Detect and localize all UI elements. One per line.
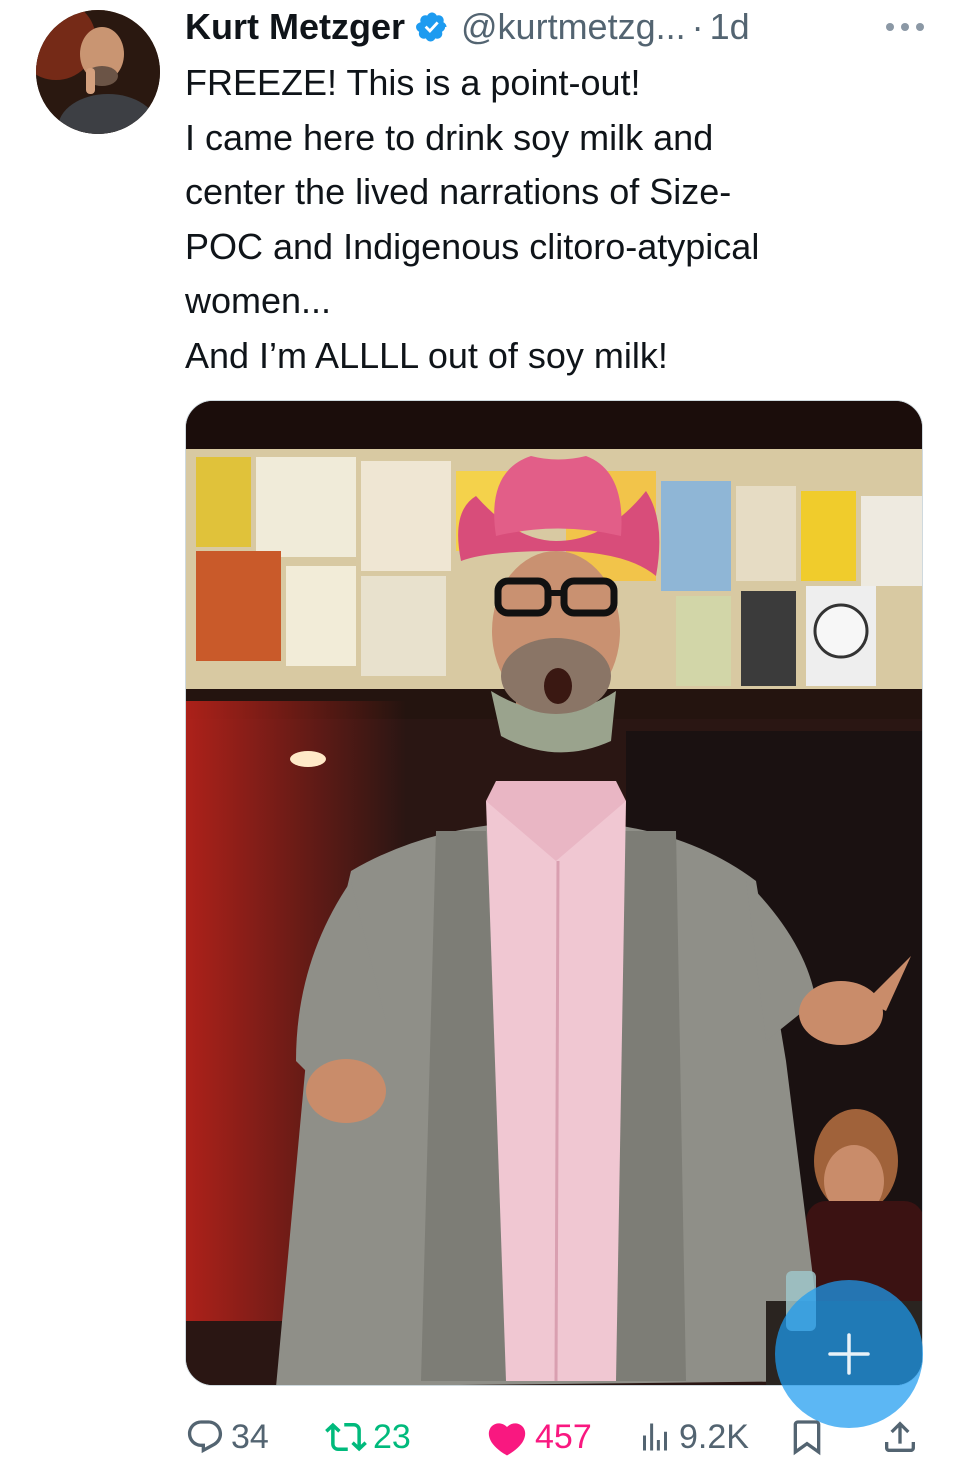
retweet-icon (325, 1422, 367, 1452)
reply-icon (187, 1420, 223, 1454)
tweet-header: Kurt Metzger @kurtmetzg... · 1d (185, 4, 930, 50)
share-button[interactable] (880, 1414, 920, 1460)
tweet-action-bar: 34 23 457 9.2K (185, 1414, 925, 1460)
tweet-line: POC and Indigenous clitoro-atypical (185, 225, 760, 267)
verified-badge-icon (416, 12, 447, 42)
bookmark-icon (793, 1420, 821, 1456)
author-handle[interactable]: @kurtmetzg... (461, 6, 686, 48)
avatar-image (36, 10, 160, 134)
tweet-line: FREEZE! This is a point-out! (185, 62, 641, 103)
more-icon[interactable] (880, 12, 930, 42)
reply-count: 34 (231, 1417, 269, 1456)
share-icon (885, 1421, 915, 1452)
reply-button[interactable]: 34 (185, 1414, 269, 1460)
photo-illustration (186, 401, 922, 1385)
views-count: 9.2K (679, 1417, 749, 1456)
author-avatar[interactable] (36, 10, 160, 134)
tweet-line: I came here to drink soy milk and (185, 116, 714, 158)
bookmark-button[interactable] (787, 1414, 827, 1460)
tweet-photo[interactable] (185, 400, 923, 1386)
tweet-line: center the lived narrations of Size- (185, 171, 732, 212)
author-name[interactable]: Kurt Metzger (185, 6, 405, 48)
retweet-button[interactable]: 23 (325, 1414, 411, 1460)
heart-icon (488, 1423, 526, 1456)
tweet-time[interactable]: 1d (710, 6, 750, 48)
retweet-count: 23 (373, 1417, 411, 1456)
tweet-line: women... (185, 280, 332, 321)
tweet-text: FREEZE! This is a point-out! I came here… (185, 56, 925, 383)
compose-plus-icon (828, 1333, 870, 1375)
views-button[interactable]: 9.2K (637, 1414, 749, 1460)
tweet-line: And I’m ALLLL out of soy milk! (185, 334, 668, 376)
like-count: 457 (535, 1417, 592, 1456)
views-icon (643, 1423, 667, 1451)
like-button[interactable]: 457 (485, 1414, 592, 1460)
separator-dot: · (691, 6, 704, 47)
compose-button[interactable] (775, 1280, 923, 1428)
